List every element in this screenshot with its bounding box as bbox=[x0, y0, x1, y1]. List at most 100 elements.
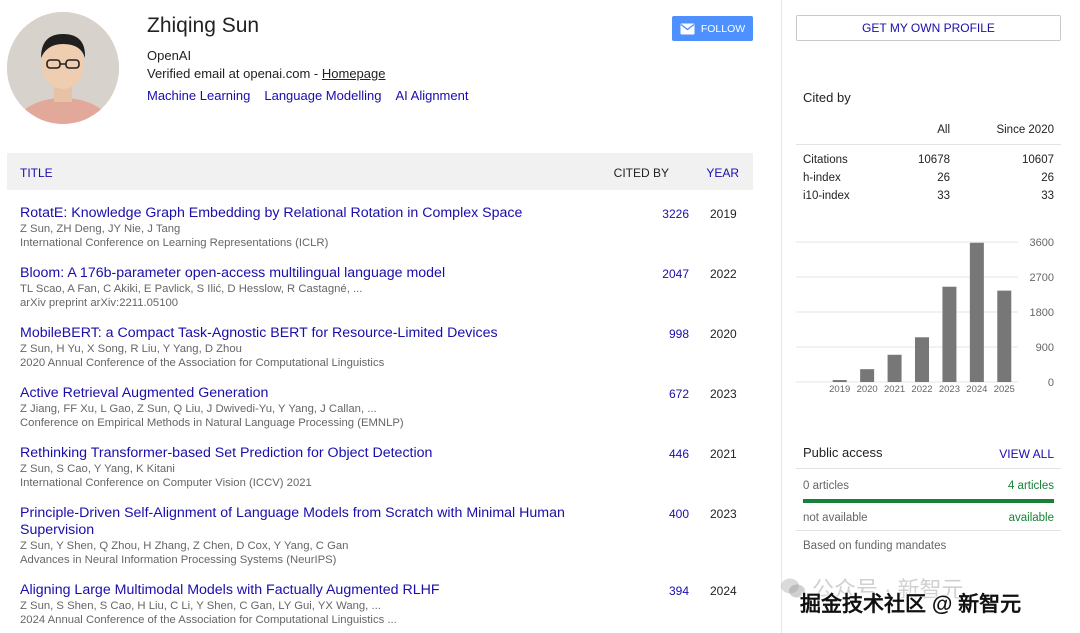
sort-by-title[interactable]: TITLE bbox=[20, 166, 53, 180]
table-row: Active Retrieval Augmented Generation Z … bbox=[20, 385, 745, 430]
paper-year: 2024 bbox=[710, 584, 737, 598]
col-since-2020: Since 2020 bbox=[996, 124, 1054, 136]
cited-by-link[interactable]: 672 bbox=[632, 387, 689, 401]
y-tick-label: 2700 bbox=[1030, 272, 1054, 284]
public-access-title: Public access bbox=[803, 445, 883, 460]
not-available-count: 0 articles bbox=[803, 480, 850, 492]
divider bbox=[796, 468, 1061, 469]
cited-by-link[interactable]: 2047 bbox=[632, 267, 689, 281]
watermark: 公众号 · 新智元 掘金技术社区 @ 新智元 bbox=[780, 566, 1070, 630]
table-row: Bloom: A 176b-parameter open-access mult… bbox=[20, 265, 745, 310]
paper-title-link[interactable]: Rethinking Transformer-based Set Predict… bbox=[20, 445, 570, 462]
interest-link-ai-alignment[interactable]: AI Alignment bbox=[395, 88, 468, 103]
y-tick-label: 1800 bbox=[1030, 307, 1054, 319]
watermark-text-2: 掘金技术社区 @ 新智元 bbox=[800, 593, 1022, 616]
stat-label: Citations bbox=[803, 154, 848, 166]
paper-title-link[interactable]: RotatE: Knowledge Graph Embedding by Rel… bbox=[20, 205, 570, 222]
divider bbox=[796, 530, 1061, 531]
x-tick-label: 2023 bbox=[939, 384, 960, 395]
interest-link-machine-learning[interactable]: Machine Learning bbox=[147, 88, 250, 103]
paper-title-link[interactable]: Bloom: A 176b-parameter open-access mult… bbox=[20, 265, 570, 282]
paper-venue: International Conference on Computer Vis… bbox=[20, 477, 312, 489]
paper-year: 2019 bbox=[710, 207, 737, 221]
stat-all: 26 bbox=[937, 172, 950, 184]
stat-since: 10607 bbox=[1022, 154, 1054, 166]
stat-row-citations: Citations 10678 10607 bbox=[796, 152, 1061, 170]
cited-by-link[interactable]: 3226 bbox=[632, 207, 689, 221]
stat-label: h-index bbox=[803, 172, 841, 184]
paper-title-link[interactable]: Aligning Large Multimodal Models with Fa… bbox=[20, 582, 570, 599]
x-tick-label: 2020 bbox=[857, 384, 878, 395]
paper-authors: Z Sun, H Yu, X Song, R Liu, Y Yang, D Zh… bbox=[20, 343, 242, 355]
research-interests: Machine Learning Language Modelling AI A… bbox=[147, 88, 468, 103]
chart-bar-2020[interactable] bbox=[860, 369, 875, 382]
chart-bar-2024[interactable] bbox=[969, 242, 984, 382]
cited-by-table-header: All Since 2020 bbox=[796, 117, 1061, 145]
chart-bar-2022[interactable] bbox=[915, 337, 929, 382]
paper-venue: Conference on Empirical Methods in Natur… bbox=[20, 417, 404, 429]
publications-table-header: TITLE CITED BY YEAR bbox=[7, 153, 753, 190]
stat-since: 33 bbox=[1041, 190, 1054, 202]
stat-row-i10-index: i10-index 33 33 bbox=[796, 188, 1061, 206]
sort-by-cited[interactable]: CITED BY bbox=[614, 166, 669, 180]
y-tick-label: 900 bbox=[1036, 342, 1054, 354]
paper-title-link[interactable]: MobileBERT: a Compact Task-Agnostic BERT… bbox=[20, 325, 570, 342]
table-row: Rethinking Transformer-based Set Predict… bbox=[20, 445, 745, 490]
y-tick-label: 0 bbox=[1048, 377, 1054, 389]
chart-bar-2021[interactable] bbox=[887, 354, 902, 382]
table-row: RotatE: Knowledge Graph Embedding by Rel… bbox=[20, 205, 745, 250]
public-access-progress-bar bbox=[803, 499, 1054, 503]
profile-avatar bbox=[7, 12, 119, 124]
paper-authors: Z Sun, ZH Deng, JY Nie, J Tang bbox=[20, 223, 181, 235]
cited-by-link[interactable]: 998 bbox=[632, 327, 689, 341]
sort-by-year[interactable]: YEAR bbox=[706, 166, 739, 180]
email-text: Verified email at openai.com - bbox=[147, 66, 322, 81]
available-count: 4 articles bbox=[1007, 480, 1054, 492]
cited-by-link[interactable]: 446 bbox=[632, 447, 689, 461]
citations-bar-chart: 0 900 1800 2700 3600 2019 2020 2021 2022 2023 2024… bbox=[796, 237, 1054, 395]
cited-by-link[interactable]: 394 bbox=[632, 584, 689, 598]
paper-venue: arXiv preprint arXiv:2211.05100 bbox=[20, 297, 179, 309]
col-all: All bbox=[937, 124, 950, 136]
follow-label: FOLLOW bbox=[700, 22, 746, 35]
paper-title-link[interactable]: Active Retrieval Augmented Generation bbox=[20, 385, 570, 402]
paper-title-link[interactable]: Principle-Driven Self-Alignment of Langu… bbox=[20, 505, 570, 539]
x-tick-label: 2024 bbox=[966, 384, 987, 395]
profile-affiliation: OpenAI bbox=[147, 48, 192, 63]
mail-icon bbox=[680, 23, 695, 34]
paper-venue: 2024 Annual Conference of the Associatio… bbox=[20, 614, 397, 626]
table-row: Aligning Large Multimodal Models with Fa… bbox=[20, 582, 745, 627]
table-row: MobileBERT: a Compact Task-Agnostic BERT… bbox=[20, 325, 745, 370]
stat-all: 33 bbox=[937, 190, 950, 202]
paper-year: 2023 bbox=[710, 507, 737, 521]
stat-since: 26 bbox=[1041, 172, 1054, 184]
y-tick-label: 3600 bbox=[1030, 237, 1054, 249]
paper-year: 2021 bbox=[710, 447, 737, 461]
stat-row-h-index: h-index 26 26 bbox=[796, 170, 1061, 188]
paper-authors: Z Sun, S Cao, Y Yang, K Kitani bbox=[20, 463, 175, 475]
follow-button[interactable]: FOLLOW bbox=[672, 16, 753, 41]
paper-venue: 2020 Annual Conference of the Associatio… bbox=[20, 357, 385, 369]
cited-by-title: Cited by bbox=[803, 90, 851, 105]
paper-venue: International Conference on Learning Rep… bbox=[20, 237, 329, 249]
interest-link-language-modelling[interactable]: Language Modelling bbox=[264, 88, 381, 103]
funding-mandates-note: Based on funding mandates bbox=[803, 540, 947, 552]
paper-year: 2023 bbox=[710, 387, 737, 401]
homepage-link[interactable]: Homepage bbox=[322, 66, 386, 81]
chart-bar-2023[interactable] bbox=[942, 286, 957, 382]
paper-year: 2020 bbox=[710, 327, 737, 341]
profile-email: Verified email at openai.com - Homepage bbox=[147, 66, 385, 81]
chart-bar-2025[interactable] bbox=[997, 290, 1012, 382]
x-tick-label: 2022 bbox=[911, 384, 932, 395]
column-divider bbox=[781, 0, 782, 633]
get-my-own-profile-button[interactable]: GET MY OWN PROFILE bbox=[796, 15, 1061, 41]
stat-all: 10678 bbox=[918, 154, 950, 166]
paper-authors: Z Jiang, FF Xu, L Gao, Z Sun, Q Liu, J D… bbox=[20, 403, 377, 415]
paper-authors: Z Sun, Y Shen, Q Zhou, H Zhang, Z Chen, … bbox=[20, 540, 349, 552]
table-row: Principle-Driven Self-Alignment of Langu… bbox=[20, 505, 745, 567]
paper-venue: Advances in Neural Information Processin… bbox=[20, 554, 337, 566]
not-available-label: not available bbox=[803, 512, 868, 524]
cited-by-link[interactable]: 400 bbox=[632, 507, 689, 521]
public-access-view-all-link[interactable]: VIEW ALL bbox=[999, 447, 1054, 461]
chart-bar-2019[interactable] bbox=[832, 380, 847, 382]
